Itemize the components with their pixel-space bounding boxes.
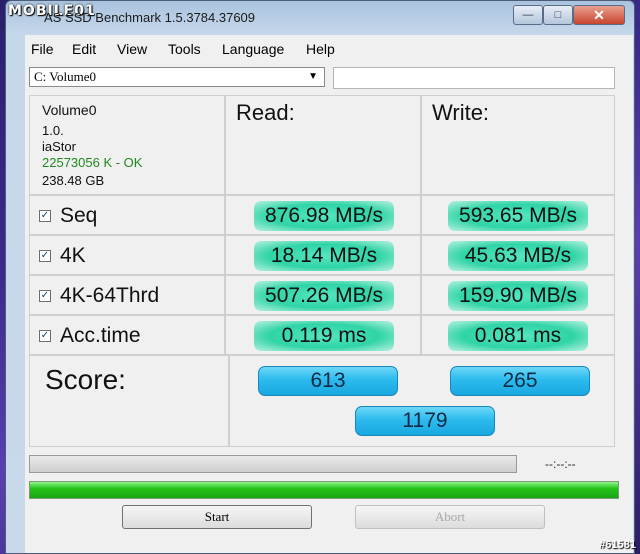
title-bar[interactable]: MOBILE01 AS SSD Benchmark 1.5.3784.37609… bbox=[6, 1, 634, 35]
row-4k64-label: 4K-64Thrd bbox=[60, 284, 160, 307]
app-window: MOBILE01 AS SSD Benchmark 1.5.3784.37609… bbox=[5, 0, 635, 554]
drive-driver: iaStor bbox=[42, 139, 76, 154]
acctime-write-cell: 0.081 ms bbox=[421, 315, 615, 355]
close-icon: ✕ bbox=[593, 6, 605, 23]
results-grid: Volume0 1.0. iaStor 22573056 K - OK 238.… bbox=[29, 95, 615, 447]
score-total-value: 1179 bbox=[355, 406, 495, 436]
4k-checkbox[interactable]: ✓ bbox=[39, 250, 51, 262]
menu-language[interactable]: Language bbox=[222, 41, 284, 57]
4k64-read-cell: 507.26 MB/s bbox=[225, 275, 421, 315]
score-read-value: 613 bbox=[258, 366, 398, 396]
drive-firmware: 1.0. bbox=[42, 123, 64, 138]
acctime-read-value: 0.119 ms bbox=[254, 321, 394, 351]
client-area: File Edit View Tools Language Help C: Vo… bbox=[25, 35, 633, 553]
drive-alignment-ok: 22573056 K - OK bbox=[42, 155, 143, 170]
maximize-icon: □ bbox=[554, 9, 562, 21]
close-button[interactable]: ✕ bbox=[573, 5, 625, 25]
window-title: AS SSD Benchmark 1.5.3784.37609 bbox=[44, 10, 256, 25]
chevron-down-icon[interactable]: ▼ bbox=[308, 68, 318, 86]
drive-path-field[interactable] bbox=[333, 67, 615, 89]
seq-write-value: 593.65 MB/s bbox=[448, 201, 588, 231]
seq-checkbox[interactable]: ✓ bbox=[39, 210, 51, 222]
watermark: #61581 bbox=[599, 539, 636, 551]
4k-write-cell: 45.63 MB/s bbox=[421, 235, 615, 275]
drive-info-panel: Volume0 1.0. iaStor 22573056 K - OK 238.… bbox=[29, 95, 225, 195]
write-header: Write: bbox=[432, 100, 490, 125]
4k64-write-cell: 159.90 MB/s bbox=[421, 275, 615, 315]
4k-write-value: 45.63 MB/s bbox=[448, 241, 588, 271]
4k64-read-value: 507.26 MB/s bbox=[254, 281, 394, 311]
4k64-checkbox[interactable]: ✓ bbox=[39, 290, 51, 302]
4k64-write-value: 159.90 MB/s bbox=[448, 281, 588, 311]
score-label: Score: bbox=[45, 364, 126, 395]
row-acctime-label-cell: ✓ Acc.time bbox=[29, 315, 225, 355]
4k-read-cell: 18.14 MB/s bbox=[225, 235, 421, 275]
test-progress-bar bbox=[29, 455, 517, 473]
4k-read-value: 18.14 MB/s bbox=[254, 241, 394, 271]
row-seq-label-cell: ✓ Seq bbox=[29, 195, 225, 235]
row-4k64-label-cell: ✓ 4K-64Thrd bbox=[29, 275, 225, 315]
row-seq-label: Seq bbox=[60, 204, 98, 227]
maximize-button[interactable]: □ bbox=[543, 5, 573, 25]
drive-capacity: 238.48 GB bbox=[42, 173, 105, 188]
score-values-cell: 613 265 1179 bbox=[229, 355, 615, 447]
drive-select[interactable]: C: Volume0 ▼ bbox=[29, 67, 325, 87]
minimize-icon: — bbox=[522, 9, 534, 21]
seq-write-cell: 593.65 MB/s bbox=[421, 195, 615, 235]
menu-view[interactable]: View bbox=[117, 41, 147, 57]
seq-read-value: 876.98 MB/s bbox=[254, 201, 394, 231]
write-header-cell: Write: bbox=[421, 95, 615, 195]
score-write-value: 265 bbox=[450, 366, 590, 396]
drive-volume-name: Volume0 bbox=[42, 102, 97, 118]
acctime-checkbox[interactable]: ✓ bbox=[39, 330, 51, 342]
abort-button[interactable]: Abort bbox=[355, 505, 545, 529]
acctime-write-value: 0.081 ms bbox=[448, 321, 588, 351]
menu-help[interactable]: Help bbox=[306, 41, 335, 57]
minimize-button[interactable]: — bbox=[513, 5, 543, 25]
read-header-cell: Read: bbox=[225, 95, 421, 195]
row-4k-label-cell: ✓ 4K bbox=[29, 235, 225, 275]
score-label-cell: Score: bbox=[29, 355, 229, 447]
seq-read-cell: 876.98 MB/s bbox=[225, 195, 421, 235]
elapsed-time: --:--:-- bbox=[545, 457, 576, 471]
menu-file[interactable]: File bbox=[31, 41, 54, 57]
drive-select-value: C: Volume0 bbox=[34, 69, 97, 84]
row-acctime-label: Acc.time bbox=[60, 324, 141, 347]
start-button[interactable]: Start bbox=[122, 505, 312, 529]
row-4k-label: 4K bbox=[60, 244, 86, 267]
menu-tools[interactable]: Tools bbox=[168, 41, 201, 57]
menu-bar: File Edit View Tools Language Help bbox=[25, 35, 633, 63]
read-header: Read: bbox=[236, 100, 295, 125]
menu-edit[interactable]: Edit bbox=[72, 41, 96, 57]
overall-progress-bar bbox=[29, 481, 619, 499]
acctime-read-cell: 0.119 ms bbox=[225, 315, 421, 355]
